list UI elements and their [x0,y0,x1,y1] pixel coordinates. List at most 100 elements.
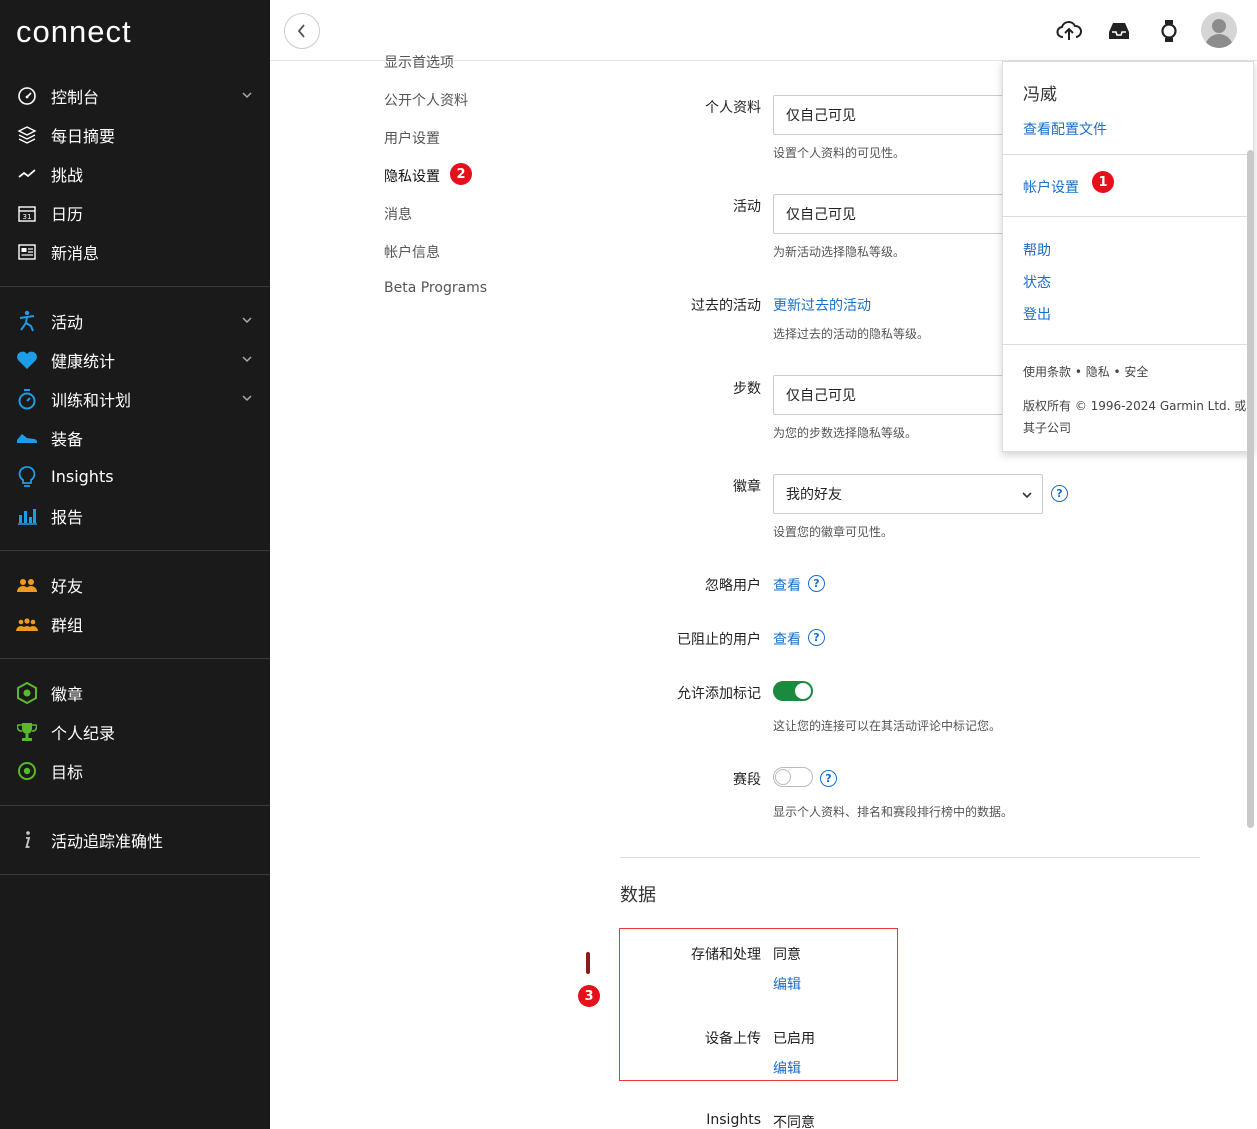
device-watch-button[interactable] [1156,18,1182,44]
copyright-line-2: 其子公司 [1023,421,1072,435]
nav-group-achievements: 徽章 个人纪录 目标 [0,673,270,806]
badge-hex-icon [16,681,38,704]
view-profile-link[interactable]: 查看配置文件 [1023,119,1107,139]
status-link[interactable]: 状态 [1023,272,1051,292]
sidebar-item-training[interactable]: 训练和计划 [0,379,270,418]
inbox-icon [1109,23,1129,39]
chevron-left-icon [297,24,305,38]
ignored-users-help-icon[interactable]: ? [808,575,825,592]
calendar-icon: 31 [16,202,38,224]
sidebar-item-label: 活动追踪准确性 [51,831,164,851]
sidebar-item-activities[interactable]: 活动 [0,301,270,340]
segments-help-icon[interactable]: ? [820,770,837,787]
settings-nav-privacy[interactable]: 隐私设置 [384,166,440,186]
help-link[interactable]: 帮助 [1023,240,1051,260]
sidebar-item-label: 装备 [51,429,84,449]
view-blocked-users-link[interactable]: 查看 [773,629,801,649]
bar-chart-icon [16,505,38,527]
annotation-badge-3: 3 [578,985,600,1007]
svg-text:31: 31 [23,213,32,221]
inbox-button[interactable] [1106,18,1132,44]
device-upload-label: 设备上传 [705,1031,761,1047]
sidebar-item-challenges[interactable]: 挑战 [0,154,270,193]
menu-divider [1003,216,1253,217]
ignored-users-label: 忽略用户 [705,578,761,594]
activities-visibility-hint: 为新活动选择隐私等级。 [773,245,906,259]
profile-visibility-label: 个人资料 [705,100,761,116]
device-upload-edit-link[interactable]: 编辑 [773,1058,801,1078]
segments-toggle[interactable] [773,767,813,787]
sidebar-item-label: 徽章 [51,684,84,704]
badges-visibility-select[interactable]: 我的好友 [773,474,1043,514]
view-ignored-users-link[interactable]: 查看 [773,575,801,595]
legal-links[interactable]: 使用条款 • 隐私 • 安全 [1023,363,1148,380]
nav-group-activities: 活动 健康统计 训练和计划 装备 Insights 报告 [0,301,270,551]
sidebar-item-tracking-accuracy[interactable]: 活动追踪准确性 [0,820,270,859]
cloud-upload-button[interactable] [1056,18,1082,44]
sidebar-item-dashboard[interactable]: 控制台 [0,76,270,115]
activities-visibility-label: 活动 [733,199,761,215]
sidebar-item-daily-summary[interactable]: 每日摘要 [0,115,270,154]
back-button[interactable] [284,13,320,49]
settings-nav-account-info[interactable]: 帐户信息 [384,242,440,262]
info-icon [16,829,38,851]
sidebar-item-health-stats[interactable]: 健康统计 [0,340,270,379]
page-scrollbar[interactable] [1247,150,1254,828]
allow-tagging-toggle[interactable] [773,681,813,701]
connect-logo[interactable]: connect [16,14,132,49]
sidebar-item-label: 群组 [51,615,84,635]
sidebar-item-personal-records[interactable]: 个人纪录 [0,712,270,751]
badges-visibility-hint: 设置您的徽章可见性。 [773,525,894,539]
settings-nav-messages[interactable]: 消息 [384,204,412,224]
toggle-knob [775,769,791,785]
sidebar-item-label: Insights [51,467,114,486]
settings-nav-user-settings[interactable]: 用户设置 [384,128,440,148]
runner-icon [16,310,38,332]
storage-processing-edit-link[interactable]: 编辑 [773,974,801,994]
logout-link[interactable]: 登出 [1023,304,1051,324]
friends-icon [16,574,38,596]
sidebar-item-label: 训练和计划 [51,390,132,410]
select-value: 我的好友 [786,487,842,503]
blocked-users-help-icon[interactable]: ? [808,629,825,646]
sidebar-item-newsfeed[interactable]: 新消息 [0,232,270,271]
sidebar-item-calendar[interactable]: 31 日历 [0,193,270,232]
sidebar-item-reports[interactable]: 报告 [0,496,270,535]
insights-consent-label: Insights [706,1112,761,1128]
section-divider [620,857,1200,858]
sidebar-item-label: 个人纪录 [51,723,116,743]
settings-nav-public-profile[interactable]: 公开个人资料 [384,90,468,110]
sidebar-item-groups[interactable]: 群组 [0,604,270,643]
nav-group-info: 活动追踪准确性 [0,820,270,875]
avatar[interactable] [1201,12,1237,48]
update-past-activities-link[interactable]: 更新过去的活动 [773,295,871,315]
settings-nav-beta-programs[interactable]: Beta Programs [384,280,487,296]
segments-hint: 显示个人资料、排名和赛段排行榜中的数据。 [773,805,1014,819]
sidebar: connect 控制台 每日摘要 挑战 31 日历 新消息 活动 健康统计 训练… [0,0,270,1129]
avatar-icon [1205,19,1233,48]
sidebar-item-label: 新消息 [51,243,100,263]
layers-icon [16,124,38,146]
copyright-line-1: 版权所有 © 1996-2024 Garmin Ltd. 或 [1023,399,1247,413]
select-value: 仅自己可见 [786,108,856,124]
settings-nav-display-preferences[interactable]: 显示首选项 [384,52,454,68]
sidebar-item-gear[interactable]: 装备 [0,418,270,457]
chevron-down-icon [242,317,252,324]
sidebar-item-friends[interactable]: 好友 [0,565,270,604]
sidebar-item-insights[interactable]: Insights [0,457,270,496]
account-settings-link[interactable]: 帐户设置 [1023,177,1079,197]
challenge-icon [16,163,38,185]
sidebar-item-label: 报告 [51,507,84,527]
account-user-name: 冯威 [1023,85,1057,105]
data-section-title: 数据 [620,885,656,906]
storage-processing-value: 同意 [773,947,801,963]
profile-visibility-hint: 设置个人资料的可见性。 [773,146,906,160]
sidebar-item-label: 每日摘要 [51,126,116,146]
sidebar-item-badges[interactable]: 徽章 [0,673,270,712]
heart-icon [16,349,38,371]
badges-help-icon[interactable]: ? [1051,485,1068,502]
steps-visibility-hint: 为您的步数选择隐私等级。 [773,426,918,440]
shoe-icon [16,427,38,449]
sidebar-item-goals[interactable]: 目标 [0,751,270,790]
allow-tagging-hint: 这让您的连接可以在其活动评论中标记您。 [773,719,1002,733]
